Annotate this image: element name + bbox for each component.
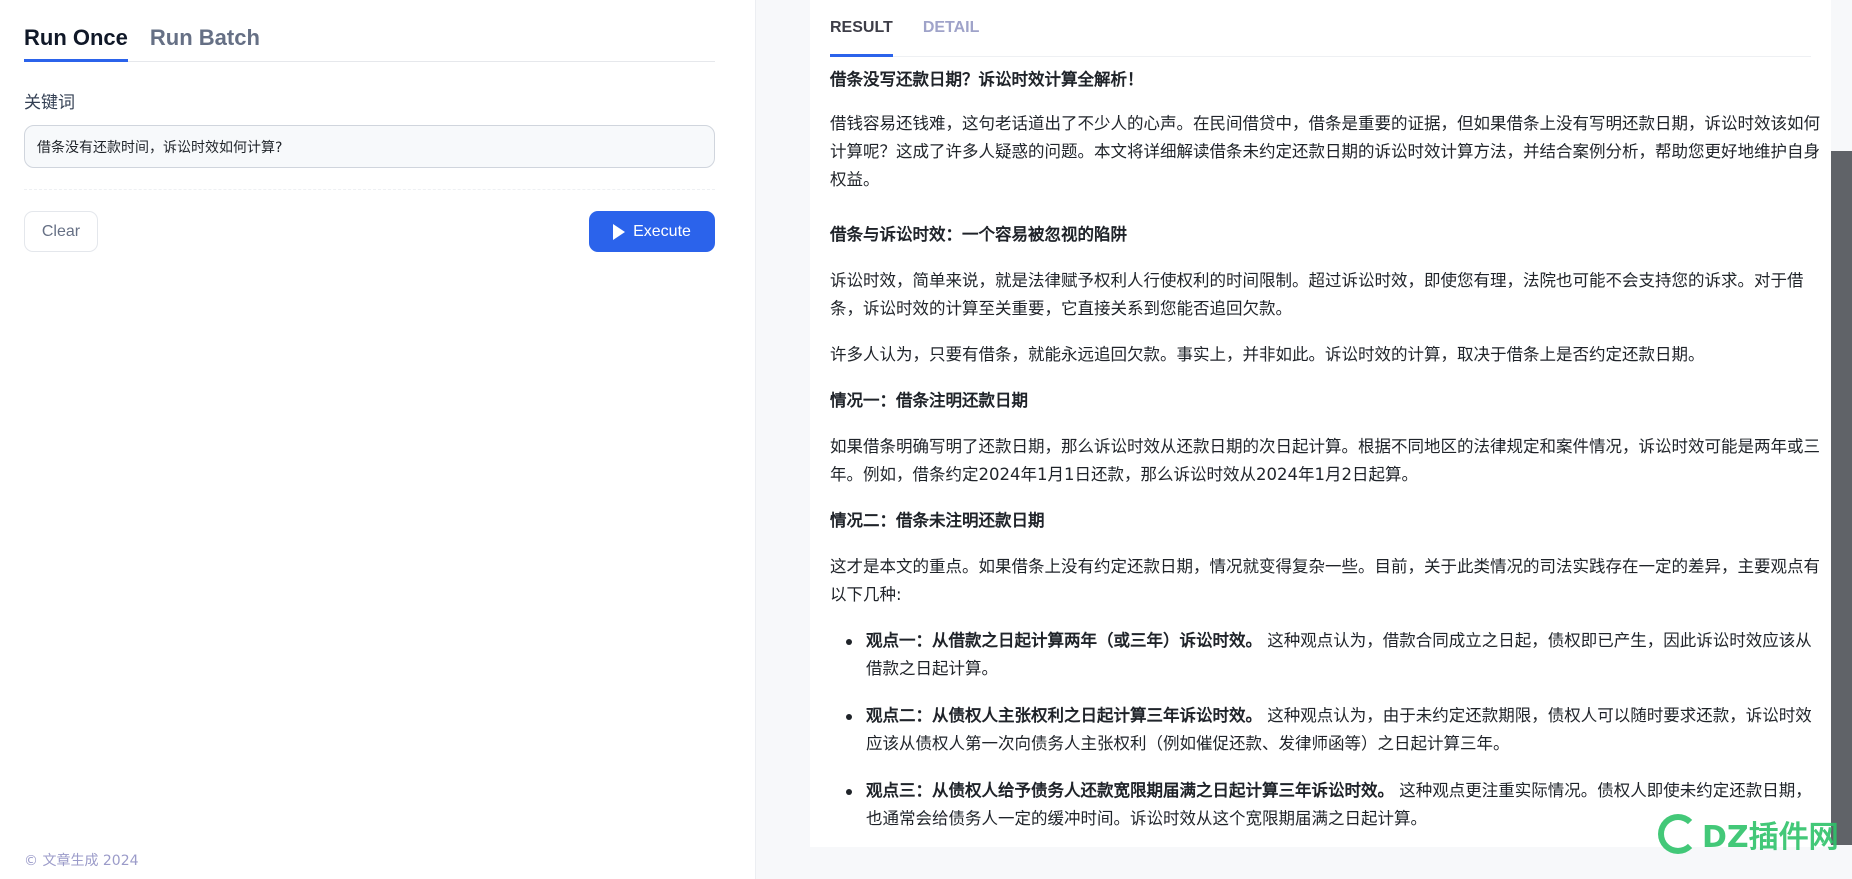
- run-tabs: Run Once Run Batch: [24, 20, 715, 62]
- section-heading: 借条与诉讼时效：一个容易被忽视的陷阱: [830, 225, 1127, 244]
- divider: [24, 189, 715, 190]
- article-title: 借条没写还款日期？诉讼时效计算全解析！: [830, 70, 1144, 89]
- view-lead: 观点二：从债权人主张权利之日起计算三年诉讼时效。: [866, 706, 1262, 725]
- views-list: 观点一：从借款之日起计算两年（或三年）诉讼时效。 这种观点认为，借款合同成立之日…: [830, 627, 1820, 833]
- result-article: 借条没写还款日期？诉讼时效计算全解析！ 借钱容易还钱难，这句老话道出了不少人的心…: [830, 66, 1820, 847]
- tab-detail[interactable]: DETAIL: [923, 0, 980, 57]
- list-item: 观点二：从债权人主张权利之日起计算三年诉讼时效。 这种观点认为，由于未约定还款期…: [846, 702, 1820, 758]
- view-lead: 观点一：从借款之日起计算两年（或三年）诉讼时效。: [866, 631, 1262, 650]
- case-heading: 情况一：借条注明还款日期: [830, 391, 1028, 410]
- paragraph: 如果借条明确写明了还款日期，那么诉讼时效从还款日期的次日起计算。根据不同地区的法…: [830, 437, 1820, 484]
- paragraph: 许多人认为，只要有借条，就能永远追回欠款。事实上，并非如此。诉讼时效的计算，取决…: [830, 345, 1705, 364]
- footer-copyright: © 文章生成 2024: [24, 853, 139, 869]
- execute-label: Execute: [633, 222, 691, 240]
- watermark-logo-icon: [1658, 814, 1698, 854]
- paragraph: 诉讼时效，简单来说，就是法律赋予权利人行使权利的时间限制。超过诉讼时效，即使您有…: [830, 271, 1804, 318]
- run-panel: Run Once Run Batch 关键词 Clear Execute © 文…: [0, 0, 756, 879]
- tab-run-once[interactable]: Run Once: [24, 20, 128, 62]
- tab-result[interactable]: RESULT: [830, 0, 893, 57]
- case-heading: 情况二：借条未注明还款日期: [830, 511, 1045, 530]
- keyword-input[interactable]: [24, 125, 715, 168]
- intro-paragraph: 借钱容易还钱难，这句老话道出了不少人的心声。在民间借贷中，借条是重要的证据，但如…: [830, 114, 1820, 189]
- tab-run-batch[interactable]: Run Batch: [150, 20, 260, 62]
- keyword-label: 关键词: [24, 93, 75, 113]
- view-lead: 观点三：从债权人给予债务人还款宽限期届满之日起计算三年诉讼时效。: [866, 781, 1394, 800]
- scrollbar-thumb[interactable]: [1831, 151, 1852, 845]
- play-icon: [613, 223, 626, 240]
- watermark: DZ插件网: [1658, 812, 1839, 856]
- result-card: RESULT DETAIL 借条没写还款日期？诉讼时效计算全解析！ 借钱容易还钱…: [810, 0, 1831, 847]
- paragraph: 这才是本文的重点。如果借条上没有约定还款日期，情况就变得复杂一些。目前，关于此类…: [830, 557, 1820, 604]
- list-item: 观点一：从借款之日起计算两年（或三年）诉讼时效。 这种观点认为，借款合同成立之日…: [846, 627, 1820, 683]
- clear-button[interactable]: Clear: [24, 211, 98, 252]
- watermark-text: DZ插件网: [1702, 820, 1839, 855]
- result-tabs: RESULT DETAIL: [830, 0, 1811, 57]
- execute-button[interactable]: Execute: [589, 211, 715, 252]
